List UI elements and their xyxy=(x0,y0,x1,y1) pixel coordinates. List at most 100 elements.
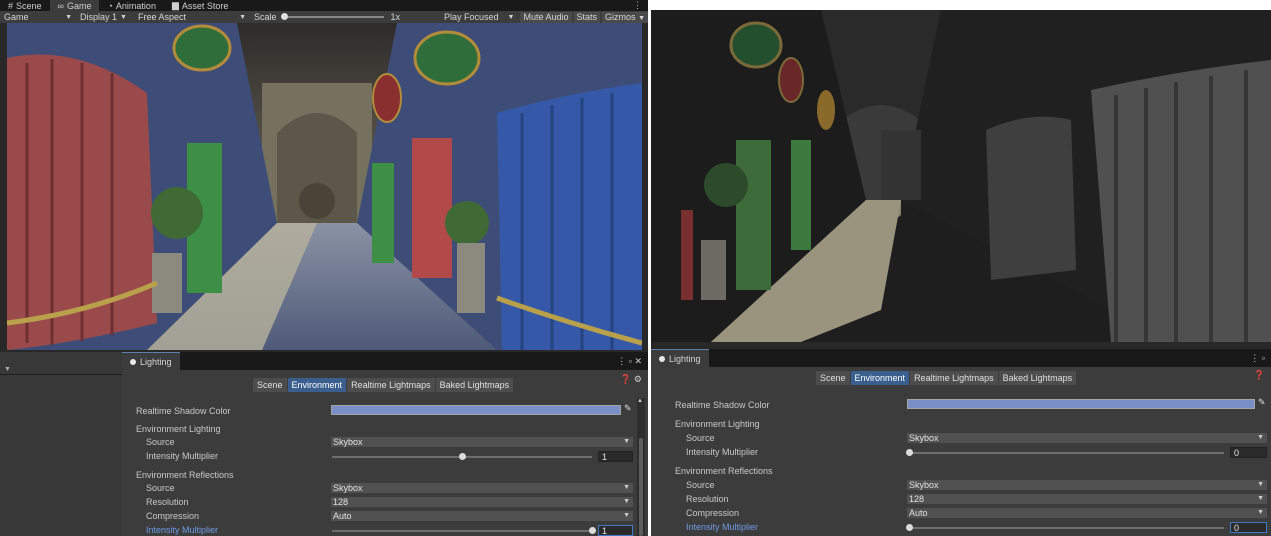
lighting-tab-label: Lighting xyxy=(140,356,172,367)
refl-source-dropdown[interactable]: Skybox ▼ xyxy=(331,483,633,493)
scale-label: Scale xyxy=(254,12,277,22)
tab-asset-store[interactable]: ▆ Asset Store xyxy=(164,0,236,11)
compression-label: Compression xyxy=(686,508,740,518)
env-lighting-header: Environment Lighting xyxy=(675,419,760,429)
tabs-menu-icon[interactable]: ⋮ xyxy=(633,0,648,11)
refl-intensity-knob[interactable] xyxy=(906,524,913,531)
env-source-value: Skybox xyxy=(333,437,363,447)
lighting-tab-label: Lighting xyxy=(669,353,701,364)
env-source-dropdown[interactable]: Skybox ▼ xyxy=(907,433,1267,443)
divider xyxy=(0,374,122,375)
scale-slider[interactable] xyxy=(280,13,384,20)
tab-animation[interactable]: ◔ Animation xyxy=(99,0,163,11)
env-intensity-knob[interactable] xyxy=(906,449,913,456)
help-icon[interactable]: ❓ xyxy=(1254,370,1265,381)
tab-lighting-environment[interactable]: Environment xyxy=(287,378,347,392)
shadow-color-label: Realtime Shadow Color xyxy=(136,406,231,416)
lighting-window-header: Lighting ⋮ ▫ ✕ xyxy=(122,352,648,370)
resolution-value: 128 xyxy=(333,497,349,507)
lighting-scrollbar[interactable]: ▲ xyxy=(637,398,645,536)
eyedropper-icon[interactable]: ✎ xyxy=(1258,397,1266,408)
game-viewport-lit[interactable] xyxy=(7,23,642,350)
hierarchy-stub: ▼ xyxy=(0,352,122,536)
compression-label: Compression xyxy=(146,511,200,521)
chevron-down-icon: ▼ xyxy=(1257,495,1264,502)
env-source-label: Source xyxy=(146,437,175,447)
compression-dropdown[interactable]: Auto ▼ xyxy=(331,511,633,521)
grid-icon: # xyxy=(8,0,14,11)
tab-lighting-baked[interactable]: Baked Lightmaps xyxy=(435,378,514,392)
refl-source-value: Skybox xyxy=(333,483,363,493)
scale-slider-knob[interactable] xyxy=(280,13,288,20)
chevron-down-icon: ▼ xyxy=(623,438,630,445)
lighting-window-body: ❓ Scene Environment Realtime Lightmaps B… xyxy=(651,367,1271,536)
refl-intensity-field[interactable]: 0 xyxy=(1230,522,1267,533)
tab-lighting-realtime[interactable]: Realtime Lightmaps xyxy=(347,378,435,392)
tab-lighting-environment[interactable]: Environment xyxy=(850,371,910,385)
lighting-tab[interactable]: Lighting xyxy=(122,352,180,370)
play-focused-dropdown[interactable]: Play Focused ▼ xyxy=(440,11,518,23)
env-source-value: Skybox xyxy=(909,433,939,443)
refl-source-label: Source xyxy=(686,480,715,490)
env-reflections-header: Environment Reflections xyxy=(136,470,234,480)
tab-game-label: Game xyxy=(66,0,92,11)
mode-label: Game xyxy=(4,12,29,22)
collapse-arrow-icon[interactable]: ▼ xyxy=(4,366,11,373)
shadow-color-label: Realtime Shadow Color xyxy=(675,400,770,410)
window-controls[interactable]: ⋮ ▫ ✕ xyxy=(617,356,648,367)
play-focused-label: Play Focused xyxy=(444,12,499,22)
game-viewport-unlit[interactable] xyxy=(651,10,1271,342)
env-intensity-field[interactable]: 0 xyxy=(1230,447,1267,458)
chevron-down-icon: ▼ xyxy=(65,13,72,21)
scene-render-image xyxy=(7,23,642,350)
tab-asset-store-label: Asset Store xyxy=(181,0,229,11)
chevron-down-icon: ▼ xyxy=(507,13,515,21)
tab-lighting-baked[interactable]: Baked Lightmaps xyxy=(998,371,1077,385)
lighting-window-body: ❓ ⚙ Scene Environment Realtime Lightmaps… xyxy=(122,370,648,536)
eyedropper-icon[interactable]: ✎ xyxy=(624,403,632,414)
resolution-label: Resolution xyxy=(146,497,189,507)
env-lighting-header: Environment Lighting xyxy=(136,424,221,434)
shadow-color-field[interactable] xyxy=(907,399,1255,409)
store-icon: ▆ xyxy=(171,0,179,10)
tab-scene[interactable]: # Scene xyxy=(0,0,50,11)
lighting-tab[interactable]: Lighting xyxy=(651,349,709,367)
tab-lighting-scene[interactable]: Scene xyxy=(816,371,850,385)
tab-lighting-scene[interactable]: Scene xyxy=(253,378,287,392)
env-intensity-field[interactable]: 1 xyxy=(598,451,633,462)
resolution-dropdown[interactable]: 128 ▼ xyxy=(331,497,633,507)
env-intensity-label: Intensity Multiplier xyxy=(686,447,759,457)
env-intensity-knob[interactable] xyxy=(459,453,466,460)
lightbulb-icon xyxy=(659,355,665,362)
resolution-dropdown[interactable]: 128 ▼ xyxy=(907,494,1267,504)
help-settings-icons[interactable]: ❓ ⚙ xyxy=(620,374,642,385)
tab-lighting-realtime[interactable]: Realtime Lightmaps xyxy=(910,371,998,385)
display-dropdown[interactable]: Display 1 ▼ xyxy=(76,11,134,23)
mute-audio-button[interactable]: Mute Audio xyxy=(520,11,572,23)
stats-button[interactable]: Stats xyxy=(573,11,601,23)
tab-game[interactable]: ∞ Game xyxy=(49,0,100,11)
refl-source-dropdown[interactable]: Skybox ▼ xyxy=(907,480,1267,490)
gizmos-button[interactable]: Gizmos ▼ xyxy=(602,11,648,23)
chevron-down-icon: ▼ xyxy=(623,498,630,505)
right-editor-window: Lighting ⋮ ▫ ❓ Scene Environment Realtim… xyxy=(651,10,1271,536)
scroll-up-icon[interactable]: ▲ xyxy=(637,398,643,404)
refl-intensity-knob[interactable] xyxy=(589,527,596,534)
refl-intensity-slider[interactable] xyxy=(332,530,592,532)
mode-dropdown[interactable]: Game ▼ xyxy=(0,11,76,23)
tab-animation-label: Animation xyxy=(115,0,156,11)
env-source-dropdown[interactable]: Skybox ▼ xyxy=(331,437,633,447)
aspect-dropdown[interactable]: Free Aspect ▼ xyxy=(134,11,250,23)
compression-dropdown[interactable]: Auto ▼ xyxy=(907,508,1267,518)
window-controls[interactable]: ⋮ ▫ xyxy=(1250,353,1271,364)
refl-intensity-slider[interactable] xyxy=(909,527,1224,529)
chevron-down-icon: ▼ xyxy=(623,512,630,519)
chevron-down-icon: ▼ xyxy=(120,13,127,21)
shadow-color-field[interactable] xyxy=(331,405,621,415)
resolution-label: Resolution xyxy=(686,494,729,504)
env-intensity-label: Intensity Multiplier xyxy=(146,451,219,461)
env-intensity-slider[interactable] xyxy=(909,452,1224,454)
scrollbar-thumb[interactable] xyxy=(639,438,643,536)
refl-intensity-field[interactable]: 1 xyxy=(598,525,633,536)
chevron-down-icon: ▼ xyxy=(623,484,630,491)
